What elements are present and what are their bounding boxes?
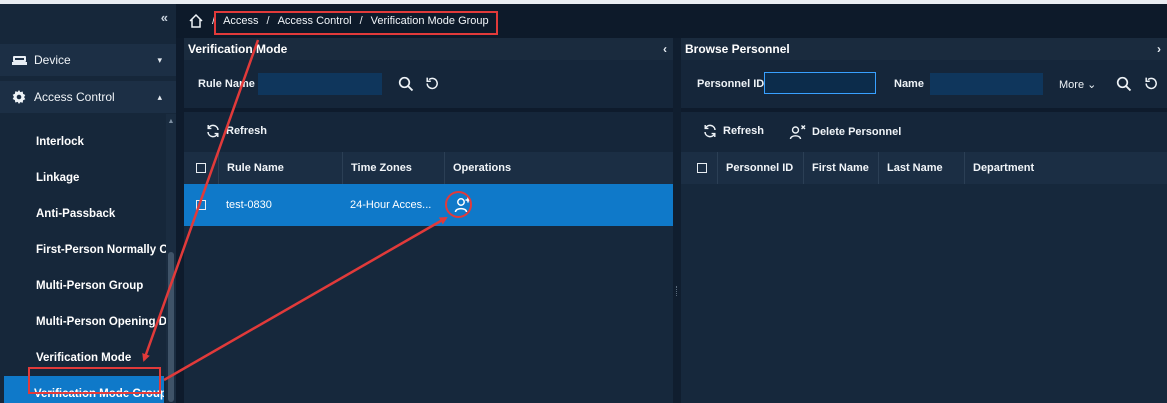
rule-name-input[interactable]: [258, 73, 382, 95]
sidebar-scrollbar-thumb[interactable]: [168, 252, 174, 402]
panel-title: Verification Mode: [188, 42, 288, 56]
personnel-id-label: Personnel ID: [697, 78, 765, 90]
column-time-zones[interactable]: Time Zones: [342, 152, 444, 184]
sidebar-group-label: Access Control: [34, 90, 115, 104]
refresh-button[interactable]: Refresh: [703, 124, 764, 138]
column-first-name[interactable]: First Name: [803, 152, 878, 184]
rule-name-label: Rule Name: [198, 78, 255, 90]
select-all-cell: [689, 152, 717, 184]
remove-person-icon: [789, 124, 806, 140]
refresh-label: Refresh: [723, 125, 764, 137]
column-department[interactable]: Department: [964, 152, 1167, 184]
chevron-left-icon[interactable]: ‹: [663, 42, 667, 56]
breadcrumb-separator: /: [359, 15, 363, 27]
sidebar-group-device[interactable]: Device ▾: [0, 44, 176, 76]
toolbar: Refresh: [184, 112, 673, 152]
double-chevron-left-icon[interactable]: «: [161, 10, 168, 25]
rule-name-cell: test-0830: [226, 199, 272, 211]
delete-personnel-button[interactable]: Delete Personnel: [789, 124, 901, 140]
search-icon[interactable]: [397, 75, 415, 93]
refresh-label: Refresh: [226, 125, 267, 137]
breadcrumb-item-access-control[interactable]: Access Control: [278, 15, 352, 27]
reset-icon[interactable]: [1142, 75, 1160, 93]
more-label: More: [1059, 79, 1085, 91]
refresh-button[interactable]: Refresh: [206, 124, 267, 138]
table-header: Personnel ID First Name Last Name Depart…: [681, 152, 1167, 184]
breadcrumb-item-access[interactable]: Access: [223, 15, 258, 27]
search-bar: Rule Name: [184, 60, 673, 108]
reset-icon[interactable]: [423, 75, 441, 93]
panel-header: Browse Personnel ›: [681, 38, 1167, 60]
row-checkbox-cell: [188, 184, 218, 226]
scroll-up-icon[interactable]: ▲: [166, 118, 176, 125]
personnel-id-input[interactable]: [764, 72, 876, 94]
sidebar-item-anti-passback[interactable]: Anti-Passback: [0, 196, 166, 232]
time-zones-cell: 24-Hour Acces...: [350, 199, 432, 211]
panel-title: Browse Personnel: [685, 42, 790, 56]
select-all-checkbox[interactable]: [196, 163, 206, 173]
sidebar: « Device ▾ Access Control ▴ Interlock Li…: [0, 4, 176, 403]
gear-icon: [12, 90, 28, 104]
table-row[interactable]: test-0830 24-Hour Acces...: [184, 184, 673, 226]
search-icon[interactable]: [1115, 75, 1133, 93]
breadcrumb-separator: /: [212, 15, 216, 27]
chevron-right-icon[interactable]: ›: [1157, 42, 1161, 56]
sidebar-group-label: Device: [34, 53, 71, 67]
sidebar-item-verification-mode[interactable]: Verification Mode: [0, 340, 166, 376]
sidebar-group-access-control[interactable]: Access Control ▴: [0, 81, 176, 113]
sidebar-item-verification-mode-group[interactable]: Verification Mode Group: [4, 376, 164, 403]
breadcrumb: / Access / Access Control / Verification…: [176, 4, 1167, 38]
toolbar: Refresh Delete Personnel: [681, 112, 1167, 152]
delete-personnel-label: Delete Personnel: [812, 126, 902, 138]
breadcrumb-separator: /: [266, 15, 270, 27]
panel-splitter[interactable]: [673, 38, 681, 403]
column-personnel-id[interactable]: Personnel ID: [717, 152, 803, 184]
sidebar-item-multi-person-opening-door[interactable]: Multi-Person Opening Door: [0, 304, 166, 340]
operations-cell: [446, 184, 486, 226]
sidebar-item-linkage[interactable]: Linkage: [0, 160, 166, 196]
sidebar-item-first-person-normally-open[interactable]: First-Person Normally Open: [0, 232, 166, 268]
more-button[interactable]: More ⌄: [1059, 78, 1096, 91]
search-bar: Personnel ID Name More ⌄: [681, 60, 1167, 108]
sidebar-item-interlock[interactable]: Interlock: [0, 124, 166, 160]
verification-mode-panel: Verification Mode ‹ Rule Name Refresh Ru…: [184, 38, 673, 403]
home-icon[interactable]: [188, 13, 204, 29]
select-all-checkbox[interactable]: [697, 163, 707, 173]
name-input[interactable]: [930, 73, 1043, 95]
browse-personnel-panel: Browse Personnel › Personnel ID Name Mor…: [681, 38, 1167, 403]
device-icon: [12, 55, 28, 66]
add-person-icon[interactable]: [454, 196, 472, 214]
column-rule-name[interactable]: Rule Name: [218, 152, 342, 184]
sidebar-item-multi-person-group[interactable]: Multi-Person Group: [0, 268, 166, 304]
table-header: Rule Name Time Zones Operations: [184, 152, 673, 184]
chevron-up-icon: ▴: [157, 91, 162, 102]
breadcrumb-item-current: Verification Mode Group: [370, 15, 489, 27]
refresh-icon: [206, 124, 220, 138]
column-last-name[interactable]: Last Name: [878, 152, 964, 184]
splitter-grip[interactable]: [676, 286, 678, 296]
column-operations: Operations: [444, 152, 673, 184]
panel-header: Verification Mode ‹: [184, 38, 673, 60]
name-label: Name: [894, 78, 924, 90]
table-body-empty: [681, 184, 1167, 403]
row-checkbox[interactable]: [196, 200, 206, 210]
select-all-cell: [188, 152, 218, 184]
chevron-down-icon: ⌄: [1087, 79, 1097, 91]
refresh-icon: [703, 124, 717, 138]
chevron-down-icon: ▾: [157, 54, 162, 65]
table-body: test-0830 24-Hour Acces...: [184, 184, 673, 403]
